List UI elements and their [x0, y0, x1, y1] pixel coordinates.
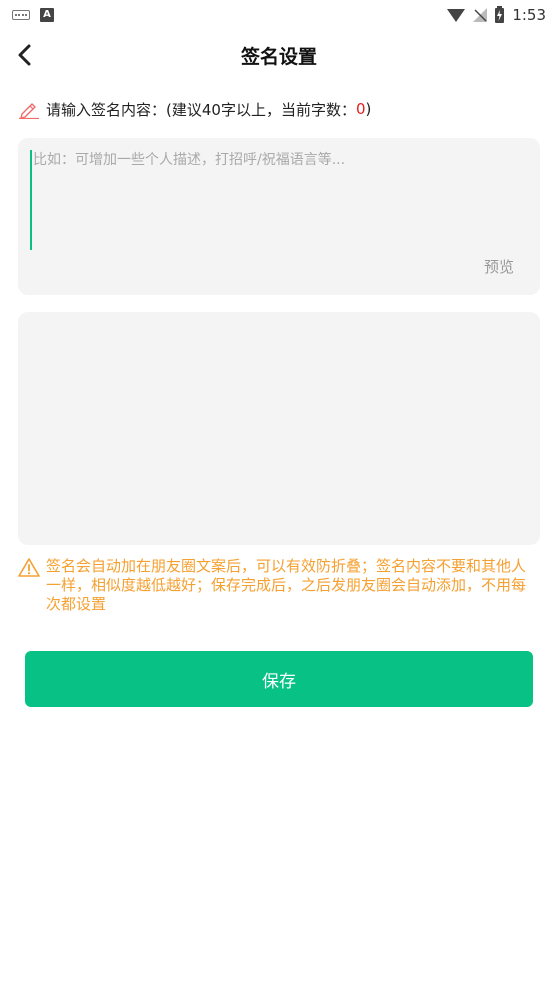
wifi-icon	[447, 8, 466, 22]
chevron-left-icon	[18, 44, 31, 66]
hint-suffix: )	[365, 100, 372, 118]
no-signal-icon	[473, 8, 488, 22]
keyboard-icon	[12, 10, 30, 20]
status-time: 1:53	[512, 6, 546, 24]
hint-prefix: 请输入签名内容：(建议40字以上，当前字数：	[46, 100, 356, 119]
signature-hint: 请输入签名内容：(建议40字以上，当前字数： 0)	[18, 96, 540, 122]
warning-text: 签名会自动加在朋友圈文案后，可以有效防折叠；签名内容不要和其他人一样，相似度越低…	[46, 557, 527, 613]
status-right: 1:53	[447, 5, 546, 24]
signature-preview-area	[18, 312, 540, 545]
pencil-icon	[18, 99, 40, 119]
battery-charging-icon	[495, 5, 505, 23]
status-bar: A 1:53	[0, 0, 558, 30]
status-left: A	[12, 8, 54, 22]
signature-input[interactable]	[30, 150, 528, 250]
save-button[interactable]: 保存	[25, 651, 533, 707]
a-badge-icon: A	[40, 8, 54, 22]
char-count: 0	[355, 100, 366, 118]
page-title: 签名设置	[240, 45, 317, 68]
back-button[interactable]	[8, 38, 42, 72]
signature-input-box: 预览	[18, 138, 540, 295]
warning-triangle-icon	[18, 557, 40, 577]
preview-button[interactable]: 预览	[484, 256, 514, 277]
warning-notice: 签名会自动加在朋友圈文案后，可以有效防折叠；签名内容不要和其他人一样，相似度越低…	[18, 557, 540, 614]
nav-bar: 签名设置	[0, 30, 558, 80]
